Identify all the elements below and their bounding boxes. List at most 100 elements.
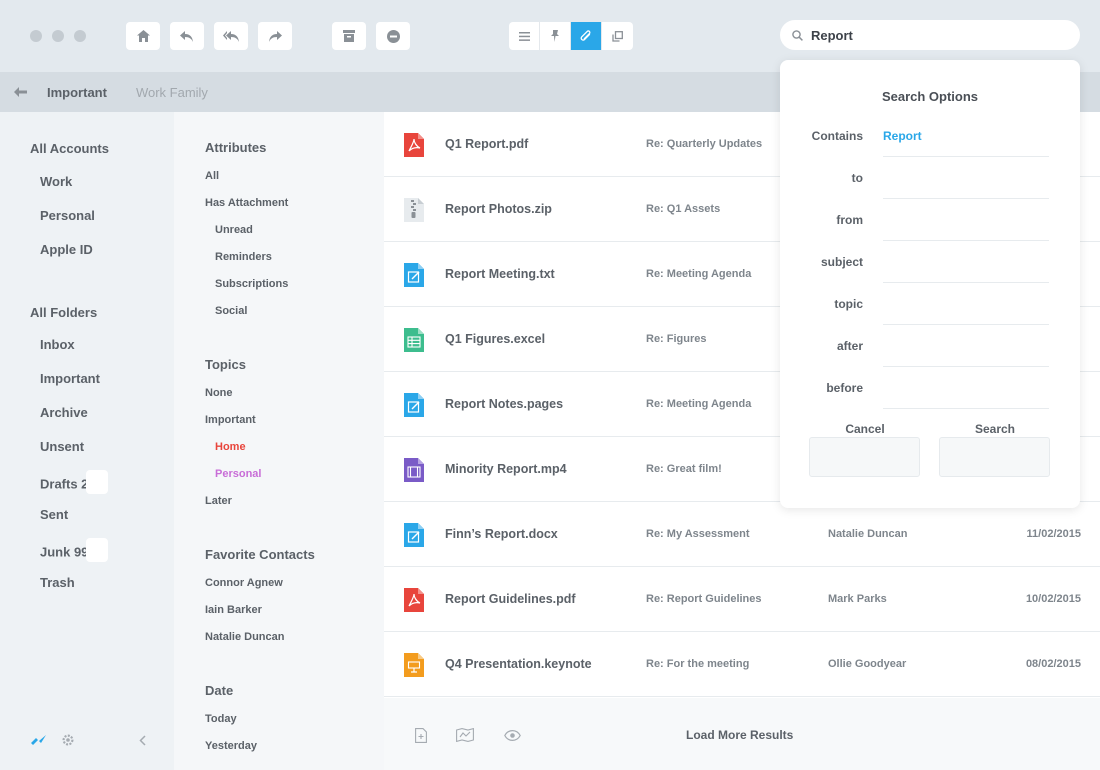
contains-field[interactable]: Report (883, 129, 922, 143)
sidebar-item-unsent[interactable]: Unsent (40, 439, 84, 454)
filter-item-subscriptions[interactable]: Subscriptions (215, 278, 288, 290)
count-badge (86, 470, 109, 494)
filter-item-home[interactable]: Home (215, 441, 246, 453)
search-button[interactable] (939, 437, 1050, 477)
after-label: after (836, 339, 863, 353)
email-subject: Re: Figures (646, 333, 707, 345)
search-bar[interactable] (780, 20, 1080, 50)
cancel-button[interactable] (809, 437, 920, 477)
pin-view-button[interactable] (540, 22, 571, 50)
block-button[interactable] (376, 22, 410, 50)
email-date: 11/02/2015 (1026, 528, 1081, 540)
sidebar-item-archive[interactable]: Archive (40, 405, 88, 420)
email-subject: Re: My Assessment (646, 528, 750, 540)
file-name: Q4 Presentation.keynote (445, 657, 592, 671)
file-name: Q1 Report.pdf (445, 137, 529, 151)
filter-item-contact[interactable]: Iain Barker (205, 604, 262, 616)
filter-item-personal[interactable]: Personal (215, 468, 261, 480)
sidebar-item-important[interactable]: Important (40, 371, 100, 386)
sidebar-item-apple-id[interactable]: Apple ID (40, 242, 93, 257)
map-button[interactable] (456, 727, 474, 743)
window-minimize-dot[interactable] (52, 30, 64, 42)
breadcrumb-item-work-family[interactable]: Work Family (136, 85, 208, 100)
home-button[interactable] (126, 22, 160, 50)
text-doc-icon (404, 263, 424, 287)
list-item[interactable]: Finn’s Report.docx Re: My Assessment Nat… (384, 502, 1100, 567)
filter-item-unread[interactable]: Unread (215, 224, 253, 236)
filter-item-contact[interactable]: Connor Agnew (205, 577, 283, 589)
filter-item-has-attachment[interactable]: Has Attachment (205, 197, 288, 209)
sidebar-item-work[interactable]: Work (40, 174, 72, 189)
email-date: 10/02/2015 (1025, 593, 1081, 605)
divider (883, 198, 1049, 199)
gear-icon (62, 734, 74, 746)
list-item[interactable]: Report Guidelines.pdf Re: Report Guideli… (384, 567, 1100, 632)
sidebar-item-junk-label: Junk 99 (40, 544, 89, 560)
file-name: Report Meeting.txt (445, 267, 555, 281)
filter-item-social[interactable]: Social (215, 305, 247, 317)
video-icon (404, 458, 424, 482)
filter-item-all[interactable]: All (205, 170, 219, 182)
copy-view-button[interactable] (602, 22, 633, 50)
file-name: Finn’s Report.docx (445, 527, 558, 541)
load-more-button[interactable]: Load More Results (686, 728, 793, 742)
file-name: Q1 Figures.excel (445, 332, 546, 346)
sidebar-item-trash[interactable]: Trash (40, 575, 75, 590)
search-input[interactable] (811, 27, 1051, 43)
email-sender: Ollie Goodyear (828, 658, 907, 670)
sidebar-item-junk[interactable]: Junk 99 (40, 538, 109, 565)
sidebar-item-sent[interactable]: Sent (40, 507, 68, 522)
filter-item-important[interactable]: Important (205, 414, 256, 426)
settings-button[interactable] (60, 732, 76, 748)
sidebar-heading-folders[interactable]: All Folders (30, 305, 97, 320)
new-file-button[interactable] (412, 727, 430, 743)
list-icon (518, 31, 530, 41)
email-subject: Re: Quarterly Updates (646, 138, 763, 150)
count-badge (86, 538, 109, 562)
map-icon (456, 728, 474, 742)
sidebar-heading-accounts[interactable]: All Accounts (30, 141, 109, 156)
divider (883, 408, 1049, 409)
reply-icon (180, 30, 193, 42)
search-options-popover: Search Options Contains Report to from s… (780, 60, 1080, 508)
search-options-title: Search Options (881, 89, 979, 104)
search-icon (792, 29, 803, 41)
divider (883, 282, 1049, 283)
filter-item-contact[interactable]: Natalie Duncan (205, 631, 284, 643)
window-close-dot[interactable] (30, 30, 42, 42)
pin-icon (551, 30, 559, 42)
keynote-icon (404, 653, 424, 677)
activity-button[interactable] (31, 732, 47, 748)
reply-all-button[interactable] (214, 22, 248, 50)
back-button[interactable] (14, 85, 28, 99)
filter-item-today[interactable]: Today (205, 713, 237, 725)
list-view-button[interactable] (509, 22, 540, 50)
email-sender: Mark Parks (828, 593, 887, 605)
window-zoom-dot[interactable] (74, 30, 86, 42)
filter-item-reminders[interactable]: Reminders (215, 251, 272, 263)
breadcrumb-current[interactable]: Important (47, 85, 107, 100)
collapse-sidebar-button[interactable] (134, 732, 150, 748)
sidebar-item-personal[interactable]: Personal (40, 208, 95, 223)
zip-icon (404, 198, 424, 222)
sidebar: All Accounts Work Personal Apple ID All … (0, 112, 174, 770)
reply-button[interactable] (170, 22, 204, 50)
email-subject: Re: Q1 Assets (646, 203, 721, 215)
sidebar-item-inbox[interactable]: Inbox (40, 337, 75, 352)
attachments-view-button[interactable] (571, 22, 602, 50)
from-label: from (836, 213, 863, 227)
sidebar-item-drafts-label: Drafts 2 (40, 476, 89, 492)
filter-heading-topics: Topics (205, 357, 246, 372)
pdf-icon (404, 133, 424, 157)
filter-item-none[interactable]: None (205, 387, 233, 399)
filter-item-yesterday[interactable]: Yesterday (205, 740, 257, 752)
filter-item-later[interactable]: Later (205, 495, 232, 507)
sidebar-item-drafts[interactable]: Drafts 2 (40, 470, 109, 497)
archive-button[interactable] (332, 22, 366, 50)
subject-label: subject (820, 255, 863, 269)
activity-icon (31, 735, 46, 745)
list-item[interactable]: Q4 Presentation.keynote Re: For the meet… (384, 632, 1100, 697)
forward-button[interactable] (258, 22, 292, 50)
preview-button[interactable] (503, 727, 521, 743)
file-name: Report Guidelines.pdf (445, 592, 576, 606)
